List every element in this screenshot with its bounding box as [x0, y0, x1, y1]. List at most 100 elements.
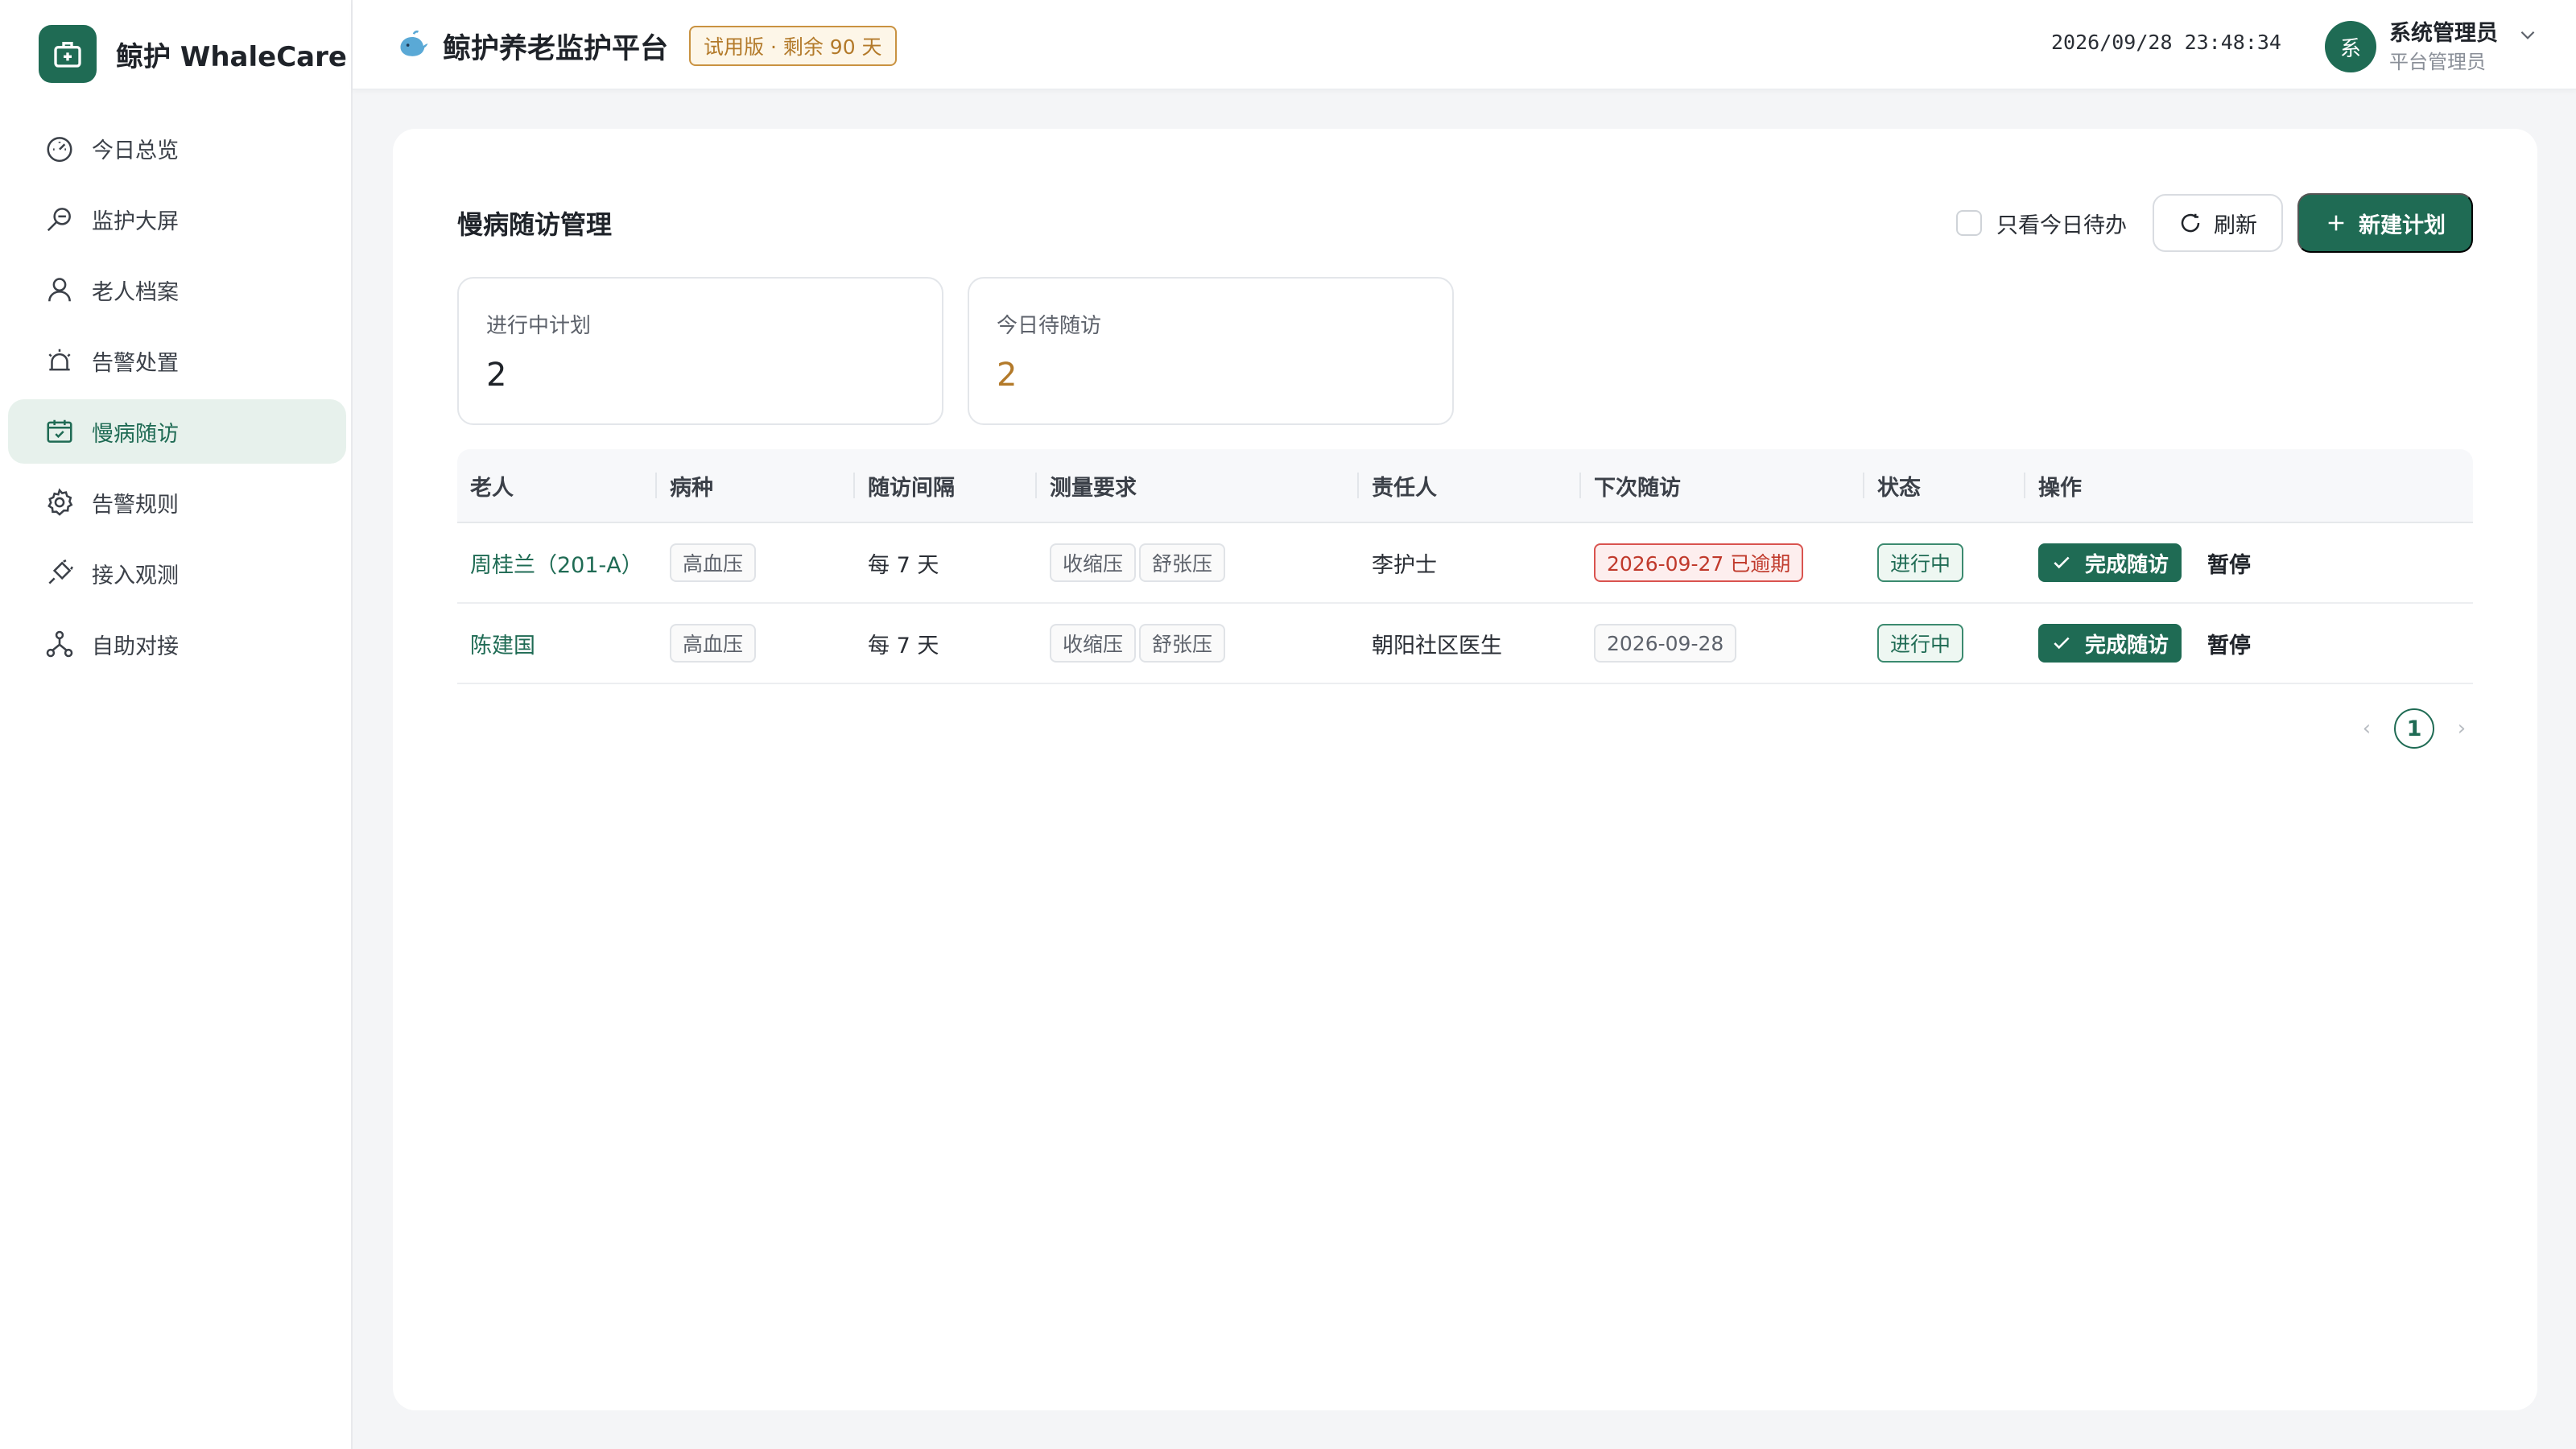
- column-header-status[interactable]: 状态: [1864, 448, 2025, 522]
- status-badge: 进行中: [1877, 624, 1964, 663]
- stat-card-today-pending: 今日待随访 2: [968, 277, 1454, 425]
- complete-label: 完成随访: [2085, 633, 2169, 658]
- checkbox-box[interactable]: [1956, 210, 1982, 236]
- user-info: 系统管理员 平台管理员: [2389, 19, 2498, 75]
- network-icon: [43, 628, 76, 660]
- sidebar-item-label: 今日总览: [92, 138, 179, 163]
- stat-value: 2: [486, 357, 507, 394]
- whale-icon: [400, 30, 428, 56]
- refresh-label: 刷新: [2214, 213, 2257, 237]
- owner-text: 朝阳社区医生: [1372, 633, 1502, 658]
- column-header-actions: 操作: [2038, 475, 2082, 501]
- new-plan-button[interactable]: 新建计划: [2297, 193, 2473, 253]
- check-icon: [2054, 556, 2070, 569]
- chevron-down-icon: [2520, 31, 2535, 39]
- sidebar-nav: 今日总览 监护大屏 老人档案 告警处置 慢病随访 告警规则 接入观测 自助对接: [8, 116, 346, 683]
- sidebar-item-alarm-rules[interactable]: 告警规则: [8, 470, 346, 535]
- gear-icon: [43, 486, 76, 518]
- table-header: 老人 病种 随访间隔 测量要求 责任人 下次随访 状态 操作: [457, 449, 2473, 523]
- owner-text: 李护士: [1372, 552, 1437, 578]
- sidebar-item-chronic-followup[interactable]: 慢病随访: [8, 399, 346, 464]
- chevron-right-icon[interactable]: ›: [2450, 716, 2473, 741]
- header-title-group: 鲸护养老监护平台 试用版 · 剩余 90 天: [396, 19, 897, 72]
- chevron-left-icon[interactable]: ‹: [2355, 716, 2378, 741]
- new-plan-label: 新建计划: [2359, 213, 2446, 237]
- sidebar-item-overview[interactable]: 今日总览: [8, 116, 346, 180]
- column-header-elder[interactable]: 老人: [457, 448, 657, 522]
- current-datetime: 2026/09/28 23:48:34: [2051, 31, 2281, 54]
- column-header-next-followup[interactable]: 下次随访: [1581, 448, 1864, 522]
- stat-label: 今日待随访: [997, 314, 1102, 338]
- plus-icon: [2328, 215, 2344, 231]
- calendar-check-icon: [43, 415, 76, 448]
- complete-followup-button[interactable]: 完成随访: [2038, 543, 2182, 582]
- status-badge: 进行中: [1877, 543, 1964, 582]
- toolbar: 只看今日待办 刷新 新建计划: [1956, 193, 2473, 253]
- sidebar: 鲸护 WhaleCare 今日总览 监护大屏 老人档案 告警处置 慢病随访 告警…: [0, 0, 353, 1449]
- next-followup-tag: 2026-09-28: [1594, 624, 1737, 663]
- measure-tag: 舒张压: [1139, 543, 1226, 582]
- sidebar-item-label: 接入观测: [92, 563, 179, 588]
- followup-table: 老人 病种 随访间隔 测量要求 责任人 下次随访 状态 操作 周桂兰（201-A…: [457, 449, 2473, 684]
- dashboard-icon: [43, 132, 76, 164]
- user-role: 平台管理员: [2389, 51, 2486, 73]
- stats-row: 进行中计划 2 今日待随访 2: [457, 277, 1478, 425]
- avatar: 系: [2325, 21, 2376, 72]
- sidebar-item-label: 慢病随访: [92, 421, 179, 447]
- elder-link[interactable]: 陈建国: [470, 628, 535, 659]
- sidebar-item-label: 告警规则: [92, 492, 179, 518]
- today-only-label: 只看今日待办: [1996, 213, 2127, 238]
- refresh-icon: [2181, 213, 2200, 233]
- sidebar-item-elders[interactable]: 老人档案: [8, 258, 346, 322]
- page-number-current[interactable]: 1: [2394, 708, 2434, 749]
- sidebar-item-label: 老人档案: [92, 279, 179, 305]
- complete-label: 完成随访: [2085, 552, 2169, 577]
- medical-bag-icon: [39, 25, 97, 83]
- check-icon: [2054, 637, 2070, 650]
- measure-tag: 舒张压: [1139, 624, 1226, 663]
- column-header-disease[interactable]: 病种: [657, 448, 855, 522]
- pause-button[interactable]: 暂停: [2207, 547, 2251, 579]
- interval-text: 每 7 天: [868, 552, 939, 578]
- top-header: 鲸护养老监护平台 试用版 · 剩余 90 天 2026/09/28 23:48:…: [353, 0, 2576, 90]
- sidebar-item-label: 自助对接: [92, 634, 179, 659]
- interval-text: 每 7 天: [868, 633, 939, 658]
- alarm-icon: [43, 345, 76, 377]
- column-header-interval[interactable]: 随访间隔: [855, 448, 1037, 522]
- measure-tag: 收缩压: [1050, 624, 1137, 663]
- column-header-measures[interactable]: 测量要求: [1037, 448, 1359, 522]
- pause-button[interactable]: 暂停: [2207, 628, 2251, 659]
- sidebar-item-self-integration[interactable]: 自助对接: [8, 612, 346, 676]
- page-title: 慢病随访管理: [457, 209, 613, 240]
- monitor-search-icon: [43, 203, 76, 235]
- sidebar-item-label: 告警处置: [92, 350, 179, 376]
- pagination: ‹ 1 ›: [2355, 708, 2473, 749]
- table-row: 周桂兰（201-A） 高血压 每 7 天 收缩压 舒张压 李护士 2026-09…: [457, 523, 2473, 604]
- sidebar-item-monitor[interactable]: 监护大屏: [8, 187, 346, 251]
- user-icon: [43, 274, 76, 306]
- next-followup-tag: 2026-09-27 已逾期: [1594, 543, 1804, 582]
- elder-link[interactable]: 周桂兰（201-A）: [470, 547, 643, 579]
- user-name: 系统管理员: [2389, 21, 2498, 46]
- stat-card-active-plans: 进行中计划 2: [457, 277, 943, 425]
- refresh-button[interactable]: 刷新: [2153, 194, 2283, 252]
- today-only-checkbox[interactable]: 只看今日待办: [1956, 208, 2127, 239]
- plug-icon: [43, 557, 76, 589]
- trial-badge: 试用版 · 剩余 90 天: [689, 26, 897, 66]
- table-row: 陈建国 高血压 每 7 天 收缩压 舒张压 朝阳社区医生 2026-09-28 …: [457, 604, 2473, 684]
- brand-name: 鲸护 WhaleCare: [116, 40, 347, 73]
- brand[interactable]: 鲸护 WhaleCare: [39, 24, 347, 84]
- sidebar-item-alarms[interactable]: 告警处置: [8, 328, 346, 393]
- main-card: 慢病随访管理 只看今日待办 刷新 新建计划 进行中计划 2 今日待随访 2 老人…: [393, 129, 2537, 1410]
- complete-followup-button[interactable]: 完成随访: [2038, 624, 2182, 663]
- sidebar-item-access-observe[interactable]: 接入观测: [8, 541, 346, 605]
- disease-tag: 高血压: [670, 543, 757, 582]
- disease-tag: 高血压: [670, 624, 757, 663]
- stat-label: 进行中计划: [486, 314, 592, 338]
- platform-title: 鲸护养老监护平台: [443, 32, 669, 65]
- user-menu[interactable]: 系 系统管理员 平台管理员: [2325, 14, 2538, 79]
- sidebar-item-label: 监护大屏: [92, 208, 179, 234]
- measure-tag: 收缩压: [1050, 543, 1137, 582]
- column-header-owner[interactable]: 责任人: [1359, 448, 1581, 522]
- stat-value: 2: [997, 357, 1018, 394]
